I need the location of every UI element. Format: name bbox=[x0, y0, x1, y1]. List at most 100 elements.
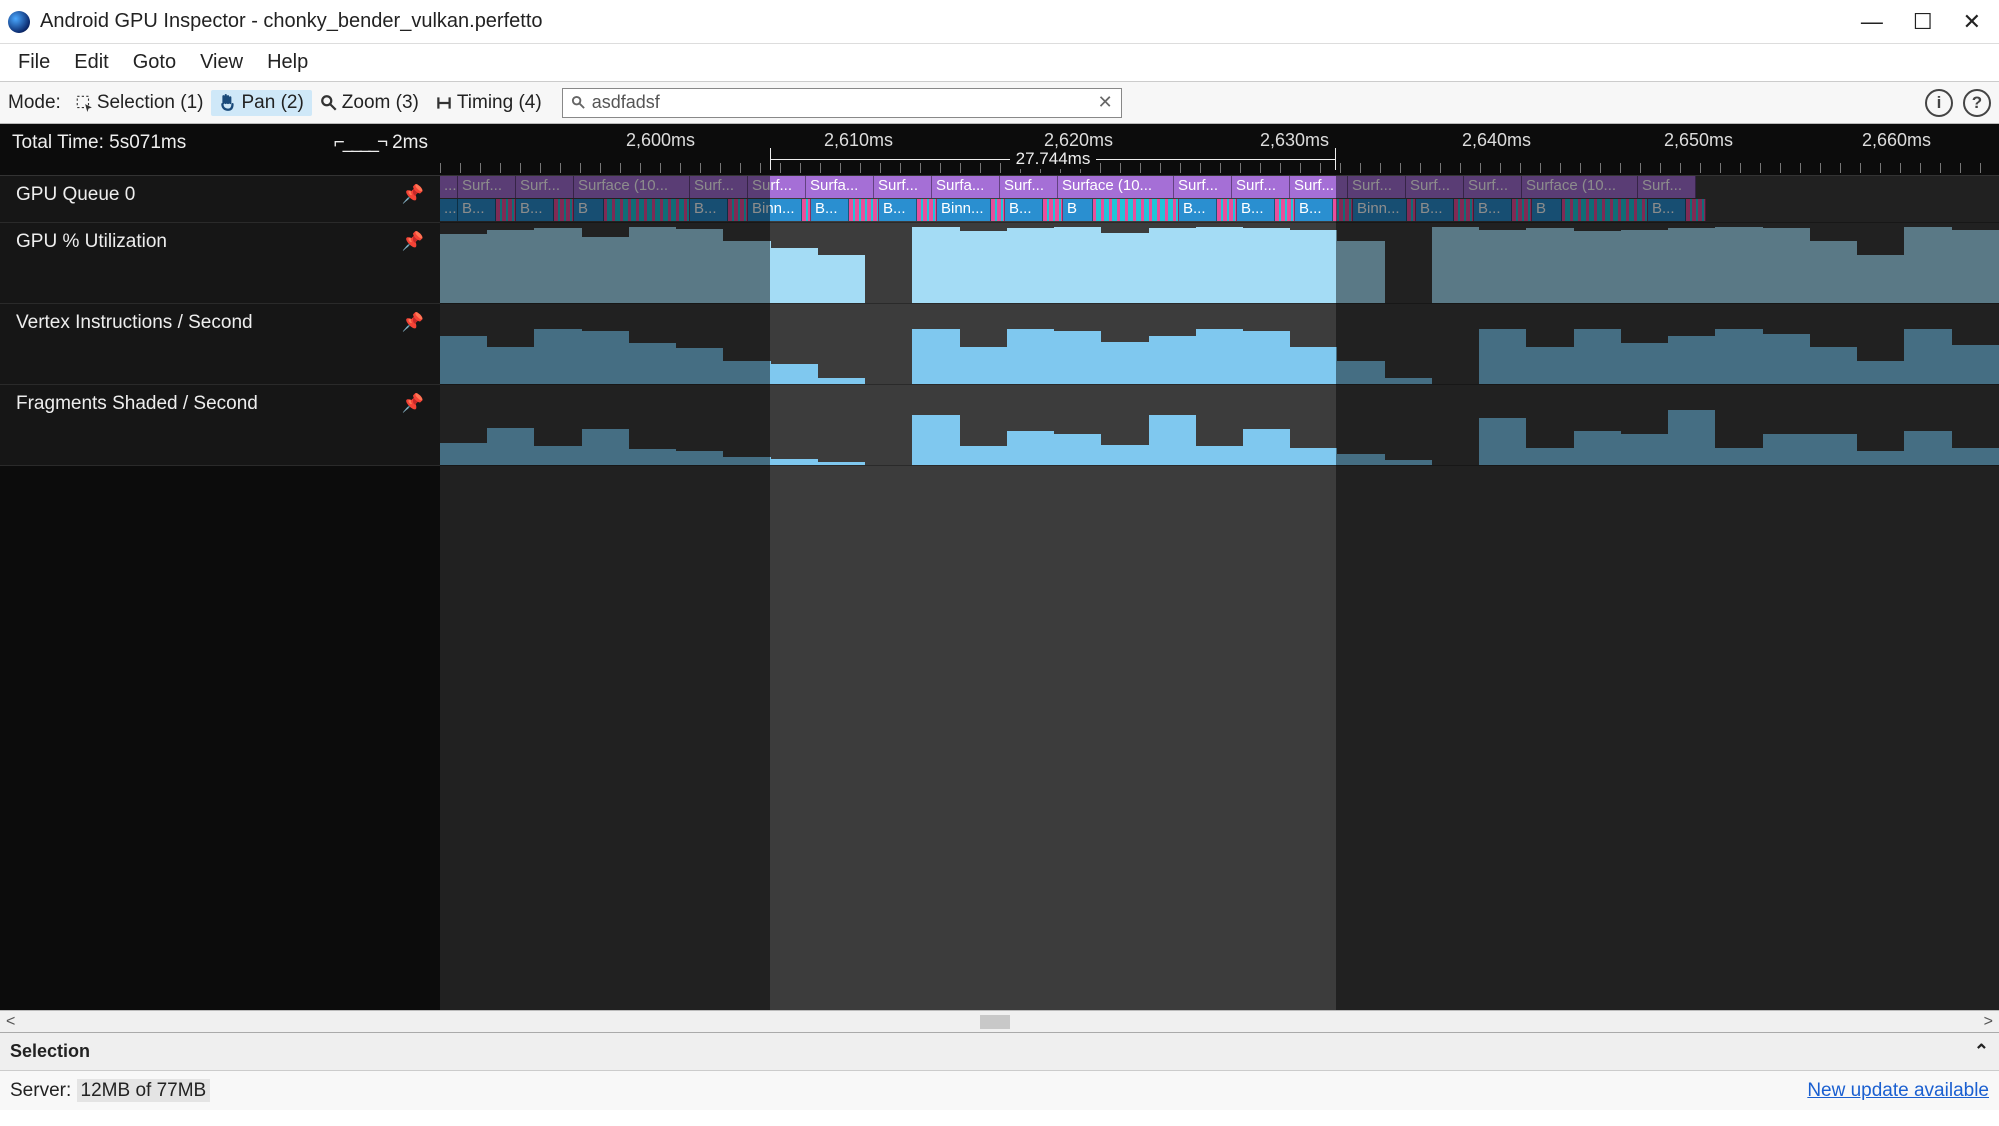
trace-slice[interactable] bbox=[1093, 199, 1179, 221]
search-box[interactable]: ✕ bbox=[562, 88, 1122, 118]
pin-icon[interactable]: 📌 bbox=[402, 231, 424, 252]
scroll-left-icon[interactable]: < bbox=[6, 1013, 15, 1031]
h-scrollbar[interactable]: < > bbox=[0, 1010, 1999, 1032]
trace-slice[interactable]: Surf... bbox=[516, 176, 574, 198]
mode-label: Mode: bbox=[8, 92, 61, 114]
trace-slice[interactable]: B... bbox=[1416, 199, 1454, 221]
trace-slice[interactable]: B bbox=[1532, 199, 1562, 221]
ruler-scale: 2ms bbox=[392, 132, 428, 154]
trace-slice[interactable] bbox=[728, 199, 748, 221]
trace-slice[interactable]: B... bbox=[811, 199, 849, 221]
trace-slice[interactable]: Surf... bbox=[748, 176, 806, 198]
scroll-thumb[interactable] bbox=[980, 1015, 1010, 1029]
gpu-queue-body[interactable]: ...Surf...Surf...Surface (10...Surf...Su… bbox=[440, 176, 1999, 222]
vertex-chart[interactable] bbox=[440, 304, 1999, 384]
scroll-right-icon[interactable]: > bbox=[1984, 1013, 1993, 1031]
trace-slice[interactable]: B... bbox=[1237, 199, 1275, 221]
trace-slice[interactable]: Surf... bbox=[1232, 176, 1290, 198]
trace-slice[interactable]: Surf... bbox=[1290, 176, 1348, 198]
trace-slice[interactable]: Binn... bbox=[748, 199, 802, 221]
trace-slice[interactable]: B... bbox=[1295, 199, 1333, 221]
search-input[interactable] bbox=[592, 92, 1092, 113]
trace-slice[interactable] bbox=[1275, 199, 1295, 221]
mode-selection[interactable]: Selection (1) bbox=[67, 90, 212, 116]
timing-icon bbox=[435, 94, 453, 112]
info-icon: i bbox=[1937, 93, 1942, 113]
trace-slice[interactable] bbox=[1217, 199, 1237, 221]
menu-view[interactable]: View bbox=[190, 47, 253, 78]
trace-slice[interactable] bbox=[604, 199, 690, 221]
pin-icon[interactable]: 📌 bbox=[402, 393, 424, 414]
statusbar: Server: 12MB of 77MB New update availabl… bbox=[0, 1070, 1999, 1110]
menu-goto[interactable]: Goto bbox=[123, 47, 186, 78]
minimize-icon[interactable]: — bbox=[1861, 9, 1883, 35]
trace-slice[interactable]: Surf... bbox=[874, 176, 932, 198]
trace-slice[interactable]: B... bbox=[1648, 199, 1686, 221]
help-button[interactable]: ? bbox=[1963, 89, 1991, 117]
trace-slice[interactable]: Surface (10... bbox=[1522, 176, 1638, 198]
trace-slice[interactable]: B... bbox=[516, 199, 554, 221]
trace-slice[interactable] bbox=[1512, 199, 1532, 221]
menu-edit[interactable]: Edit bbox=[64, 47, 118, 78]
trace-slice[interactable]: B... bbox=[879, 199, 917, 221]
trace-slice[interactable] bbox=[554, 199, 574, 221]
trace-slice[interactable]: Surfa... bbox=[806, 176, 874, 198]
selection-panel[interactable]: Selection ⌃ bbox=[0, 1032, 1999, 1070]
mode-zoom[interactable]: Zoom (3) bbox=[312, 90, 427, 116]
trace-slice[interactable]: B... bbox=[1005, 199, 1043, 221]
trace-slice[interactable]: Surf... bbox=[1638, 176, 1696, 198]
track-label: Fragments Shaded / Second bbox=[16, 393, 258, 415]
trace-slice[interactable] bbox=[1333, 199, 1353, 221]
menu-help[interactable]: Help bbox=[257, 47, 318, 78]
trace-slice[interactable] bbox=[1562, 199, 1648, 221]
trace-slice[interactable]: B... bbox=[1179, 199, 1217, 221]
trace-slice[interactable] bbox=[917, 199, 937, 221]
trace-slice[interactable]: B bbox=[1063, 199, 1093, 221]
trace-slice[interactable]: ... bbox=[440, 199, 458, 221]
timeline[interactable]: Total Time: 5s071ms ⌐____¬ 2ms 2,600ms2,… bbox=[0, 124, 1999, 1010]
close-icon[interactable]: ✕ bbox=[1963, 9, 1981, 35]
trace-slice[interactable]: Surf... bbox=[458, 176, 516, 198]
pin-icon[interactable]: 📌 bbox=[402, 184, 424, 205]
trace-slice[interactable] bbox=[1043, 199, 1063, 221]
pin-icon[interactable]: 📌 bbox=[402, 312, 424, 333]
timeline-empty[interactable] bbox=[0, 466, 1999, 1010]
trace-slice[interactable] bbox=[849, 199, 879, 221]
info-button[interactable]: i bbox=[1925, 89, 1953, 117]
trace-slice[interactable] bbox=[991, 199, 1005, 221]
trace-slice[interactable]: Surf... bbox=[1000, 176, 1058, 198]
trace-slice[interactable] bbox=[1686, 199, 1706, 221]
mode-timing[interactable]: Timing (4) bbox=[427, 90, 550, 116]
trace-slice[interactable] bbox=[802, 199, 811, 221]
trace-slice[interactable]: Binn... bbox=[1353, 199, 1407, 221]
mode-zoom-label: Zoom (3) bbox=[342, 92, 419, 114]
trace-slice[interactable]: Surf... bbox=[1348, 176, 1406, 198]
mode-pan[interactable]: Pan (2) bbox=[211, 90, 311, 116]
trace-slice[interactable]: Surf... bbox=[1174, 176, 1232, 198]
update-link[interactable]: New update available bbox=[1807, 1080, 1989, 1102]
fragments-chart[interactable] bbox=[440, 385, 1999, 465]
trace-slice[interactable] bbox=[496, 199, 516, 221]
trace-slice[interactable]: Surf... bbox=[1406, 176, 1464, 198]
trace-slice[interactable]: B... bbox=[690, 199, 728, 221]
server-label: Server: bbox=[10, 1080, 71, 1101]
clear-search-icon[interactable]: ✕ bbox=[1098, 92, 1113, 113]
gpu-util-chart[interactable] bbox=[440, 223, 1999, 303]
maximize-icon[interactable]: ☐ bbox=[1913, 9, 1933, 35]
trace-slice[interactable]: B... bbox=[1474, 199, 1512, 221]
collapse-icon[interactable]: ⌃ bbox=[1974, 1041, 1989, 1062]
trace-slice[interactable]: Surface (10... bbox=[574, 176, 690, 198]
trace-slice[interactable]: B... bbox=[458, 199, 496, 221]
trace-slice[interactable]: Surf... bbox=[1464, 176, 1522, 198]
trace-slice[interactable]: Binn... bbox=[937, 199, 991, 221]
trace-slice[interactable]: Surf... bbox=[690, 176, 748, 198]
trace-slice[interactable] bbox=[1454, 199, 1474, 221]
trace-slice[interactable]: ... bbox=[440, 176, 458, 198]
track-fragments: Fragments Shaded / Second 📌 bbox=[0, 385, 1999, 466]
trace-slice[interactable]: Surfa... bbox=[932, 176, 1000, 198]
zoom-icon bbox=[320, 94, 338, 112]
trace-slice[interactable]: B bbox=[574, 199, 604, 221]
trace-slice[interactable] bbox=[1407, 199, 1416, 221]
trace-slice[interactable]: Surface (10... bbox=[1058, 176, 1174, 198]
menu-file[interactable]: File bbox=[8, 47, 60, 78]
